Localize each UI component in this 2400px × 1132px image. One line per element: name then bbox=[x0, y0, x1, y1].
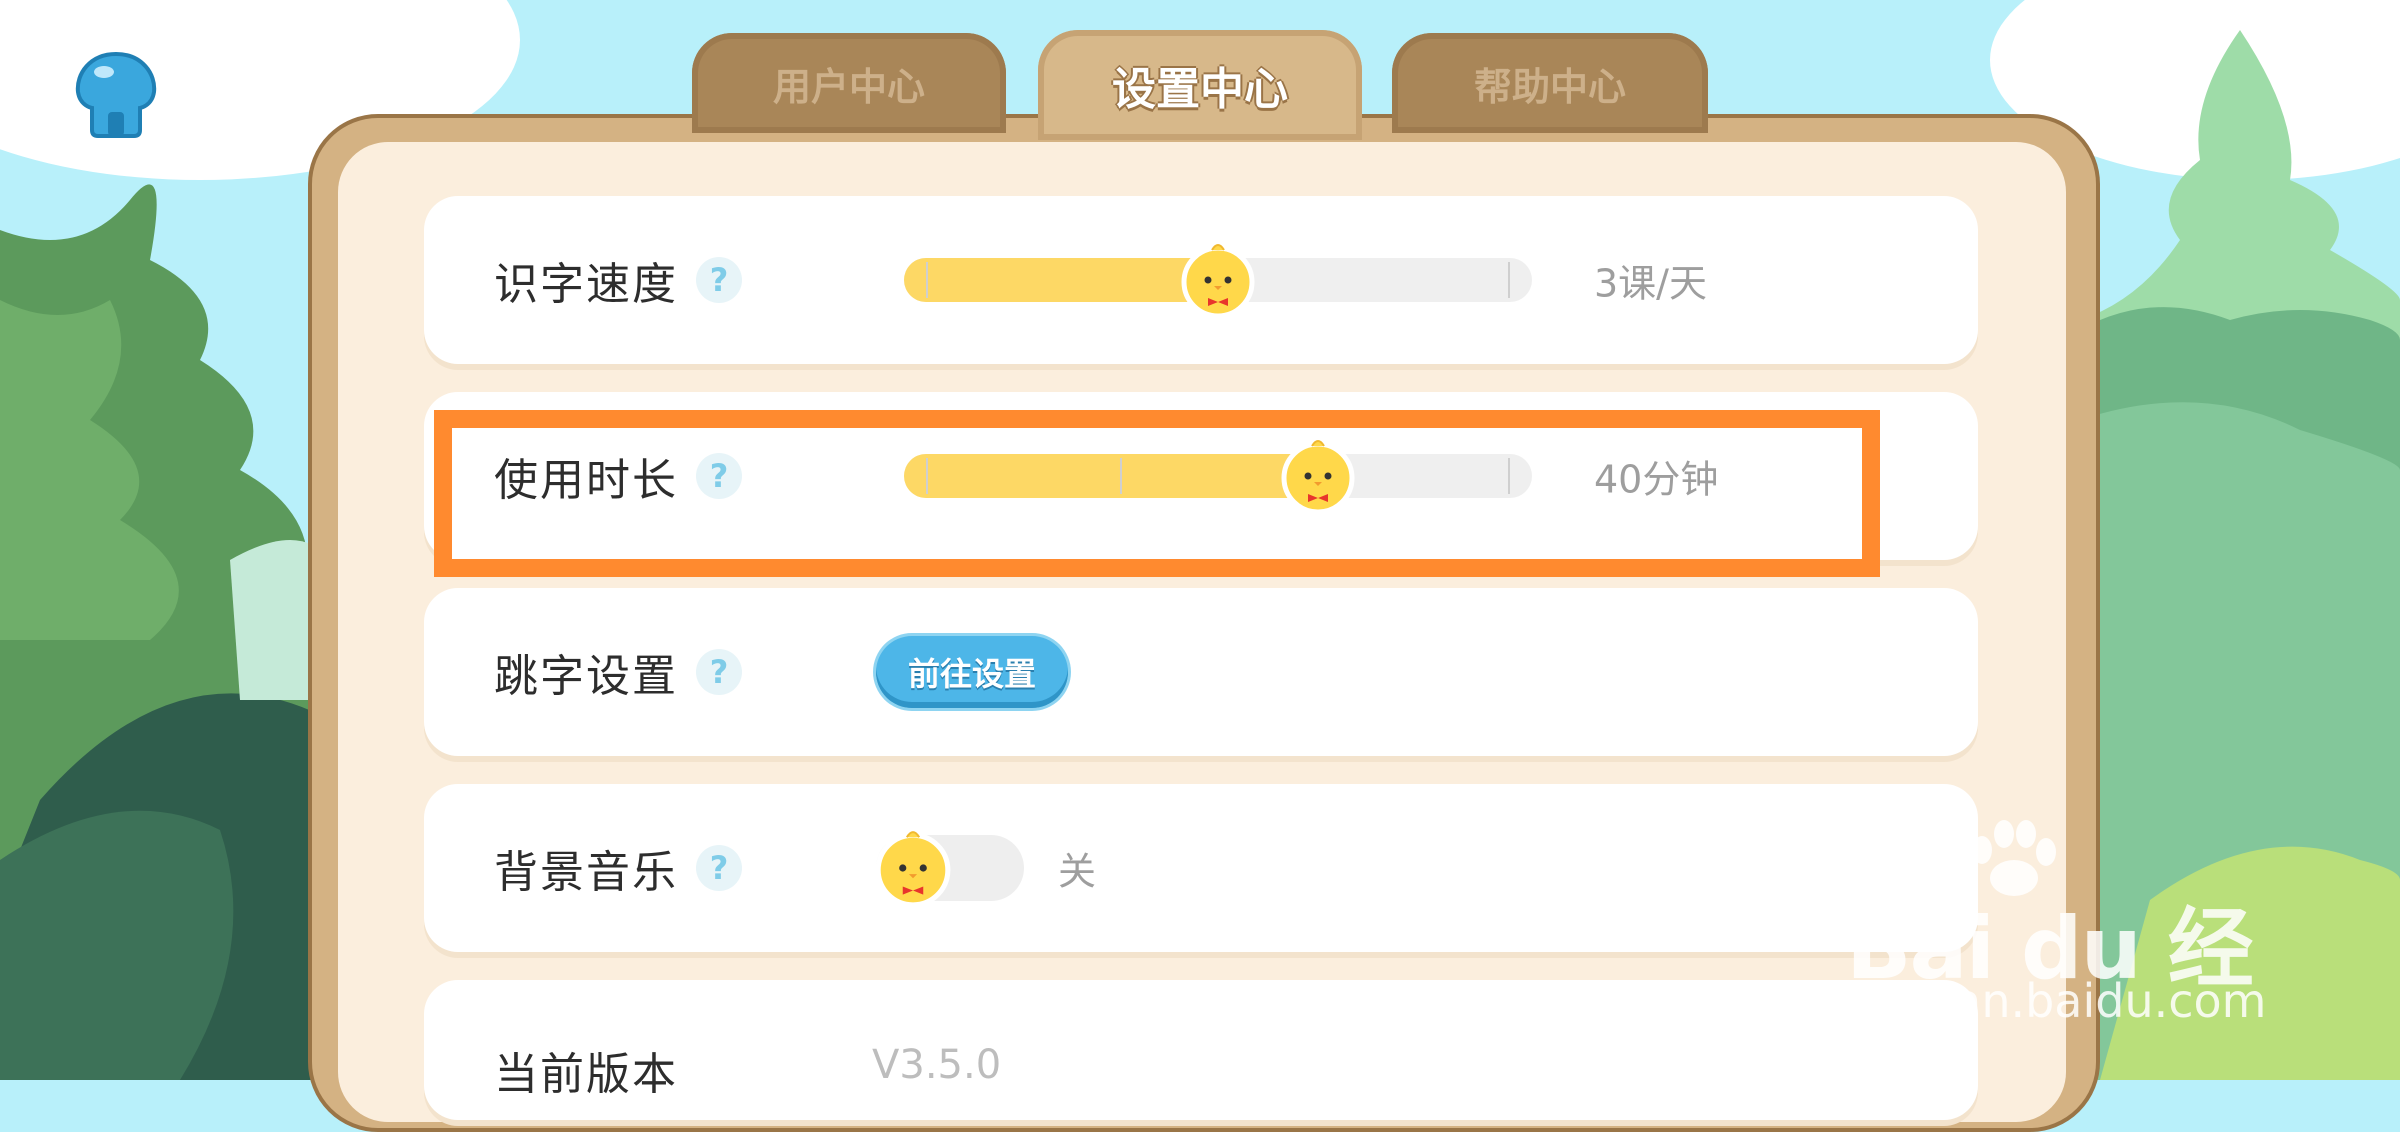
slider-tick bbox=[1120, 458, 1122, 494]
music-state: 关 bbox=[1058, 849, 1097, 894]
question-icon[interactable]: ? bbox=[696, 845, 742, 891]
tab-user-center[interactable]: 用户中心 bbox=[692, 33, 1006, 133]
slider-fill bbox=[904, 454, 1319, 498]
speed-value: 3课/天 bbox=[1594, 261, 1707, 306]
question-icon[interactable]: ? bbox=[696, 453, 742, 499]
setting-row-skip: 跳字设置 ? 前往设置 bbox=[424, 588, 1978, 756]
setting-row-duration: 使用时长 ? 40分钟 bbox=[424, 392, 1978, 560]
duration-slider[interactable] bbox=[904, 440, 1532, 515]
baidu-watermark: Bai du 经验 jingyan.baidu.com bbox=[1840, 820, 2300, 1124]
setting-row-speed: 识字速度 ? 3课/天 bbox=[424, 196, 1978, 364]
setting-label-version: 当前版本 bbox=[494, 1049, 678, 1100]
music-toggle[interactable] bbox=[875, 831, 1024, 908]
setting-row-music: 背景音乐 ? 关 bbox=[424, 784, 1978, 952]
slider-tick bbox=[1508, 458, 1510, 494]
duration-value: 40分钟 bbox=[1594, 457, 1719, 502]
setting-label-skip: 跳字设置 bbox=[494, 651, 678, 702]
watermark-sub: jingyan.baidu.com bbox=[1842, 974, 2267, 1028]
slider-tick bbox=[1508, 262, 1510, 298]
tab-settings-center[interactable]: 设置中心 bbox=[1038, 30, 1362, 140]
go-settings-button[interactable]: 前往设置 bbox=[876, 636, 1068, 708]
slider-fill bbox=[904, 258, 1218, 302]
setting-label-duration: 使用时长 bbox=[494, 455, 678, 506]
slider-tick bbox=[926, 458, 928, 494]
chick-mascot-icon bbox=[875, 831, 951, 908]
version-value: V3.5.0 bbox=[872, 1042, 1002, 1088]
home-icon[interactable] bbox=[68, 50, 164, 140]
tab-help-center[interactable]: 帮助中心 bbox=[1392, 33, 1708, 133]
setting-label-music: 背景音乐 bbox=[494, 847, 678, 898]
question-icon[interactable]: ? bbox=[696, 257, 742, 303]
setting-row-version: 当前版本 V3.5.0 bbox=[424, 980, 1978, 1120]
slider-tick bbox=[926, 262, 928, 298]
chick-mascot-icon[interactable] bbox=[1178, 240, 1258, 320]
question-icon[interactable]: ? bbox=[696, 649, 742, 695]
chick-mascot-icon[interactable] bbox=[1278, 436, 1358, 516]
speed-slider[interactable] bbox=[904, 244, 1532, 319]
setting-label-speed: 识字速度 bbox=[494, 259, 678, 310]
